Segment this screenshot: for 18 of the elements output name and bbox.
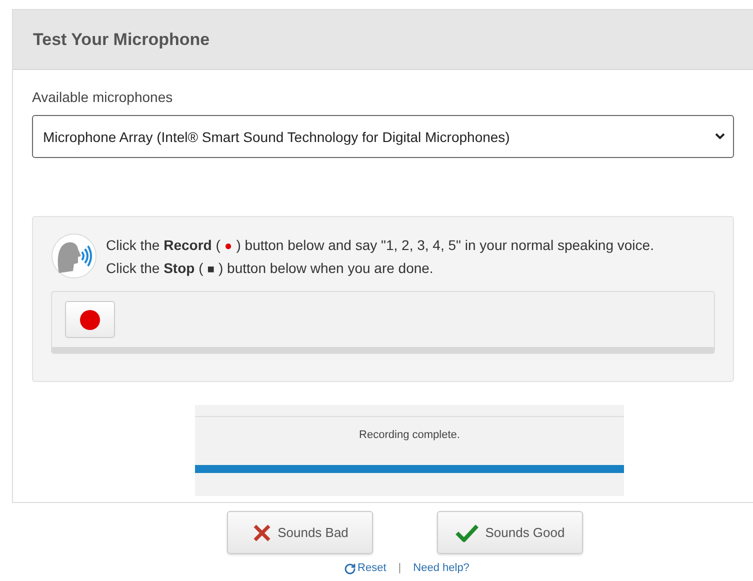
help-link[interactable]: Need help? (413, 562, 470, 575)
chevron-down-icon (715, 133, 725, 140)
instruction-text: Click the Stop ( ■ ) button below when you are done. (106, 260, 434, 276)
record-dot-icon (80, 310, 100, 330)
speaking-head-icon (51, 233, 97, 279)
status-text: Recording complete. (359, 429, 460, 441)
cross-icon (252, 522, 272, 542)
page-title: Test Your Microphone (33, 30, 210, 50)
separator: | (398, 562, 402, 575)
sounds-good-button[interactable]: Sounds Good (437, 511, 583, 554)
refresh-icon (344, 562, 356, 574)
field-label: Available microphones (32, 89, 174, 105)
record-button[interactable] (65, 301, 115, 338)
reset-link[interactable]: Reset (344, 562, 386, 575)
sounds-bad-button[interactable]: Sounds Bad (227, 511, 373, 554)
microphone-select[interactable]: Microphone Array (Intel® Smart Sound Technology for Digital Microphones) (32, 115, 734, 158)
instruction-text: Click the Record ( ● ) button below and say "1, 2, 3, 4, 5" in your normal speaking voice. (106, 236, 654, 252)
checkmark-icon (455, 524, 480, 542)
